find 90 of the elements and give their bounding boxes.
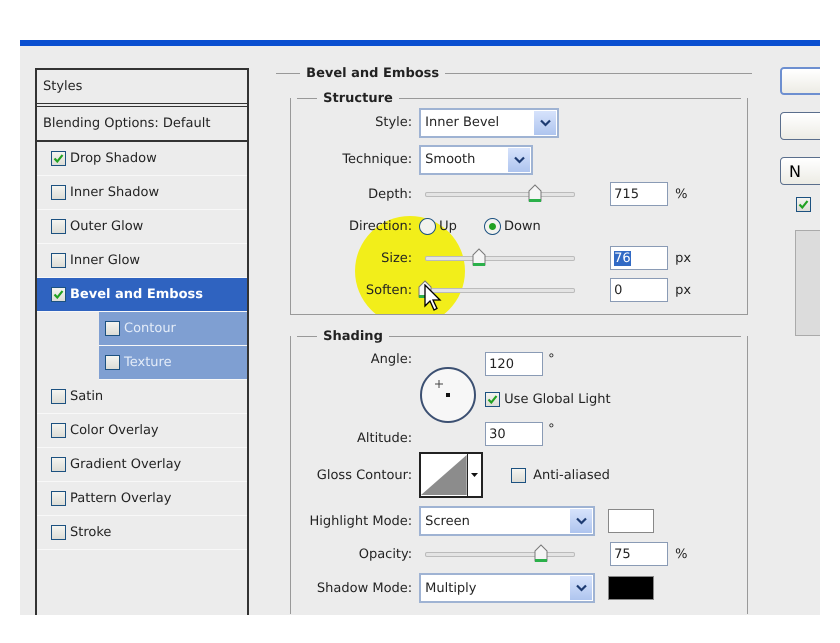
checkbox[interactable] (51, 423, 66, 438)
style-row[interactable]: Color Overlay (37, 414, 248, 448)
unit-label: ° (548, 352, 555, 367)
field-label: Angle: (370, 352, 412, 367)
chevron-icon (534, 110, 556, 134)
check-icon (53, 289, 64, 300)
radio-label: Down (504, 218, 541, 234)
checkbox[interactable] (51, 389, 66, 404)
checkbox[interactable] (51, 219, 66, 234)
dialog-button[interactable]: N (780, 157, 820, 185)
slider-thumb[interactable] (532, 544, 549, 564)
style-label: Bevel and Emboss (70, 287, 203, 302)
section-title: Bevel and Emboss (306, 66, 440, 81)
checkbox[interactable] (51, 457, 66, 472)
checkbox[interactable] (51, 525, 66, 540)
style-row[interactable]: Inner Shadow (37, 176, 248, 210)
checkbox[interactable] (485, 392, 500, 406)
checkbox[interactable] (51, 287, 66, 302)
field-label: Style: (375, 115, 414, 130)
field-label: Altitude: (356, 431, 412, 446)
dropdown[interactable]: Multiply (419, 573, 596, 603)
field-label: Gloss Contour: (316, 468, 414, 482)
style-row[interactable]: Drop Shadow (37, 142, 248, 176)
checkbox-label: Use Global Light (504, 392, 611, 406)
dropdown[interactable]: Screen (419, 506, 596, 536)
number-field[interactable]: 715 (610, 182, 668, 206)
style-label: Drop Shadow (70, 151, 157, 166)
chevron-icon (570, 509, 592, 533)
checkbox[interactable] (511, 468, 526, 482)
style-row[interactable]: Pattern Overlay (37, 482, 248, 516)
style-label: Stroke (70, 525, 112, 540)
style-label: Color Overlay (70, 423, 159, 438)
checkbox[interactable] (51, 491, 66, 506)
field-label: Size: (381, 250, 414, 266)
unit-label: px (675, 282, 692, 298)
chevron-icon (508, 148, 530, 172)
style-label: Outer Glow (70, 219, 144, 234)
contour-curve-icon (421, 454, 467, 496)
style-label: Texture (124, 355, 172, 370)
style-label: Inner Shadow (70, 185, 160, 200)
field-label: Soften: (366, 282, 414, 298)
checkbox[interactable] (51, 151, 66, 166)
contour-picker[interactable] (419, 452, 484, 498)
check-icon (53, 153, 64, 164)
list-item[interactable]: Blending Options: Default (43, 116, 210, 131)
check-icon (798, 199, 809, 210)
field-label: Opacity: (358, 546, 414, 562)
style-row[interactable]: Outer Glow (37, 210, 248, 244)
group-title: Shading (323, 329, 383, 344)
field-label: Depth: (368, 186, 414, 202)
field-label: Highlight Mode: (310, 514, 414, 528)
checkbox[interactable] (105, 321, 120, 336)
checkbox-label: Anti-aliased (533, 468, 610, 482)
group-title: Structure (323, 91, 393, 106)
slider-thumb[interactable] (526, 184, 543, 204)
slider-thumb[interactable] (471, 248, 488, 268)
number-field[interactable]: 75 (610, 542, 668, 566)
style-row[interactable]: Gradient Overlay (37, 448, 248, 482)
style-row[interactable]: Satin (37, 380, 248, 414)
radio-label: Up (439, 218, 457, 234)
style-row[interactable]: Stroke (37, 516, 248, 550)
color-swatch[interactable] (608, 509, 654, 533)
altitude-field[interactable]: 30 (485, 422, 544, 446)
number-field[interactable]: 76 (610, 246, 668, 270)
style-label: Contour (124, 321, 176, 336)
unit-label: % (675, 546, 688, 562)
checkbox[interactable] (796, 197, 811, 212)
unit-label: px (675, 250, 692, 266)
style-row[interactable]: Bevel and Emboss (37, 278, 248, 312)
dropdown[interactable]: Smooth (419, 144, 534, 174)
check-icon (487, 394, 498, 404)
style-label: Pattern Overlay (70, 491, 172, 506)
checkbox[interactable] (51, 253, 66, 268)
field-label: Technique: (342, 152, 414, 167)
field-label: Shadow Mode: (316, 580, 414, 596)
style-label: Gradient Overlay (70, 457, 182, 472)
chevron-icon (570, 576, 592, 600)
number-field[interactable]: 0 (610, 278, 668, 302)
radio-button[interactable] (484, 218, 501, 234)
panel-header: Styles (43, 79, 82, 94)
dropdown[interactable]: Inner Bevel (419, 108, 560, 138)
checkbox[interactable] (51, 185, 66, 200)
style-label: Inner Glow (70, 253, 140, 268)
unit-label: ° (548, 422, 555, 437)
angle-field[interactable]: 120 (485, 352, 544, 376)
style-label: Satin (70, 389, 104, 404)
color-swatch[interactable] (608, 576, 654, 600)
checkbox[interactable] (105, 355, 120, 370)
angle-dial[interactable] (419, 366, 478, 424)
unit-label: % (675, 186, 688, 202)
